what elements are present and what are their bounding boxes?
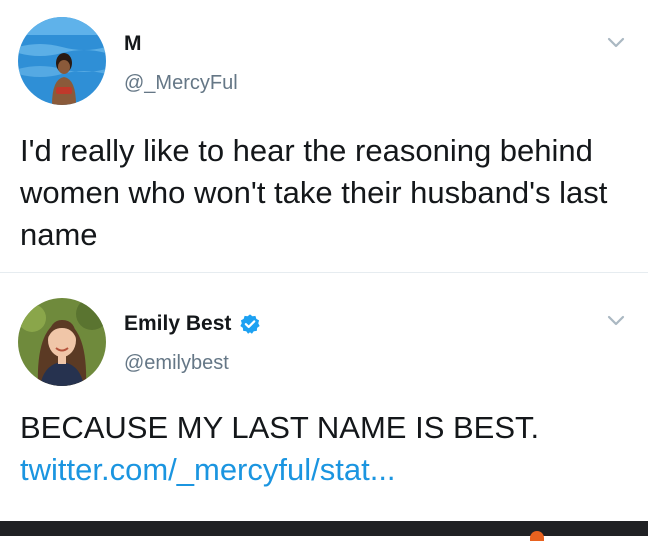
tweet-text: I'd really like to hear the reasoning be… <box>20 133 608 252</box>
display-name-text[interactable]: Emily Best <box>124 312 231 336</box>
display-name[interactable]: Emily Best <box>124 312 261 336</box>
handle[interactable]: @_MercyFul <box>124 72 238 95</box>
tweet-text: BECAUSE MY LAST NAME IS BEST. twitter.co… <box>20 407 620 491</box>
avatar-photo-portrait-icon <box>18 298 106 386</box>
chevron-down-icon[interactable] <box>606 36 626 50</box>
display-name[interactable]: M <box>124 32 142 56</box>
avatar[interactable] <box>18 17 106 105</box>
tweet-text-content: BECAUSE MY LAST NAME IS BEST. <box>20 410 540 445</box>
avatar[interactable] <box>18 298 106 386</box>
tweet[interactable]: Emily Best @emilybest BECAUSE MY LAST NA… <box>0 274 648 522</box>
display-name-text[interactable]: M <box>124 32 142 56</box>
avatar-photo-beach-icon <box>18 17 106 105</box>
bottom-bar-icon <box>530 531 544 541</box>
handle[interactable]: @emilybest <box>124 352 229 375</box>
tweet-link[interactable]: twitter.com/_mercyful/stat... <box>20 449 620 491</box>
verified-badge-icon <box>240 314 261 334</box>
divider <box>0 272 648 273</box>
chevron-down-icon[interactable] <box>606 314 626 328</box>
tweet[interactable]: M @_MercyFul I'd really like to hear the… <box>0 0 648 272</box>
bottom-bar <box>0 521 648 536</box>
